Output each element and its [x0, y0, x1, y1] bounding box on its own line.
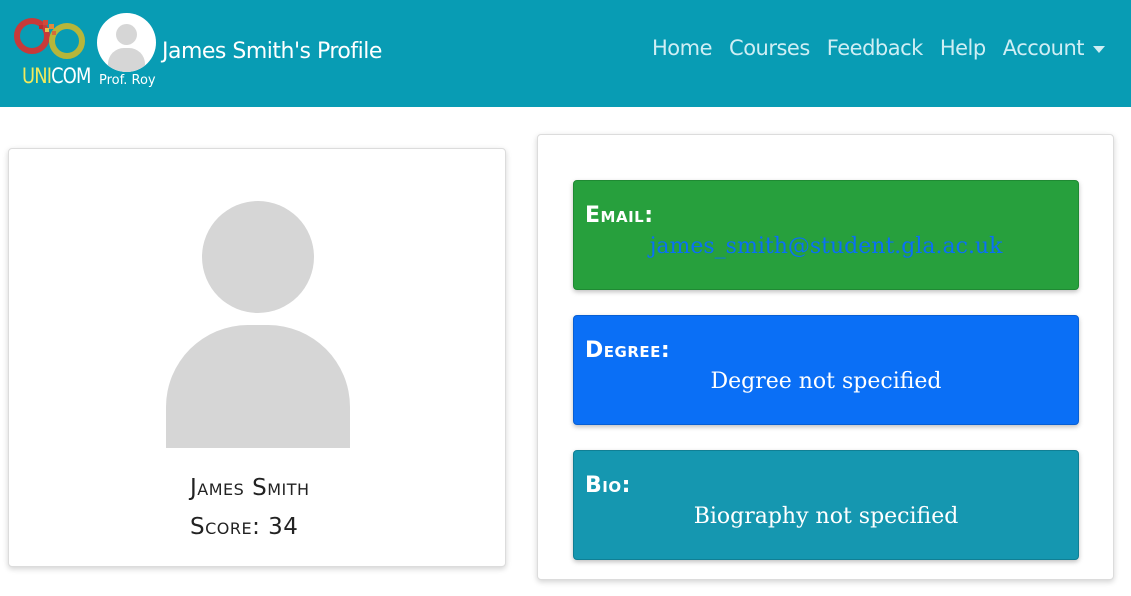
bio-label: Bio: [585, 473, 631, 498]
score-label: Score: [190, 514, 261, 540]
caret-down-icon [1093, 45, 1105, 53]
top-navbar: UNICOM Prof. Roy James Smith's Profile H… [0, 0, 1131, 107]
degree-label: Degree: [585, 338, 671, 363]
email-panel: Email: james_smith@student.gla.ac.uk [573, 180, 1079, 290]
nav-links: Home Courses Feedback Help Account [635, 36, 1105, 60]
nav-feedback-link[interactable]: Feedback [827, 36, 924, 60]
teacher-name: Prof. Roy [99, 73, 156, 88]
email-link[interactable]: james_smith@student.gla.ac.uk [574, 234, 1078, 259]
logo-rings-icon [14, 18, 85, 59]
user-placeholder-icon [166, 201, 350, 448]
bio-panel: Bio: Biography not specified [573, 450, 1079, 560]
degree-value: Degree not specified [710, 369, 942, 394]
avatar-head-shape [116, 24, 137, 45]
nav-home-link[interactable]: Home [652, 36, 713, 60]
avatar-head-shape [202, 201, 314, 313]
student-score: Score: 34 [190, 514, 298, 540]
nav-courses-link[interactable]: Courses [729, 36, 810, 60]
logo-prefix: UNI [22, 64, 52, 88]
avatar-body-shape [166, 325, 350, 448]
unicom-logo[interactable]: UNICOM [12, 14, 92, 90]
logo-wordmark: UNICOM [22, 64, 91, 88]
page-title: James Smith's Profile [162, 39, 382, 64]
teacher-avatar[interactable] [97, 13, 156, 72]
bio-value: Biography not specified [693, 504, 959, 529]
degree-panel: Degree: Degree not specified [573, 315, 1079, 425]
email-label: Email: [585, 203, 654, 228]
avatar-body-shape [108, 48, 145, 72]
nav-account-label: Account [1002, 36, 1085, 60]
nav-account-dropdown[interactable]: Account [1003, 36, 1105, 60]
student-name: James Smith [190, 475, 310, 501]
profile-card: James Smith Score: 34 [8, 148, 506, 567]
nav-help-link[interactable]: Help [940, 36, 986, 60]
logo-suffix: COM [51, 64, 91, 88]
score-value: 34 [268, 514, 299, 540]
details-card: Email: james_smith@student.gla.ac.uk Deg… [537, 134, 1114, 580]
